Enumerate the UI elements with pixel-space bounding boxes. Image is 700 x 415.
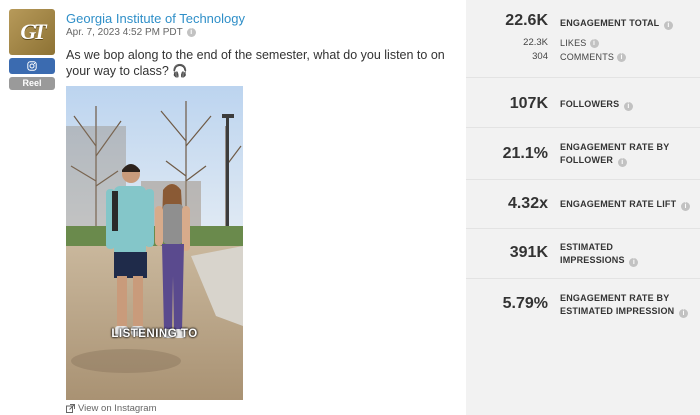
likes-value: 22.3K: [523, 37, 548, 48]
metric-label-line1: ENGAGEMENT RATE BY: [560, 293, 670, 303]
metric-label: ENGAGEMENT TOTAL i: [560, 17, 673, 30]
metric-label-text: ENGAGEMENT TOTAL: [560, 18, 660, 28]
metric-label-line1: ESTIMATED: [560, 242, 614, 252]
metric-label: ENGAGEMENT RATE BY FOLLOWER i: [560, 141, 669, 167]
info-icon[interactable]: i: [617, 158, 627, 167]
post-date-text: Apr. 7, 2023 4:52 PM PDT: [66, 27, 183, 38]
info-icon[interactable]: i: [624, 102, 633, 111]
account-logo: GT: [9, 9, 55, 55]
metric-label-line2: FOLLOWER: [560, 155, 614, 165]
metric-followers: 107K FOLLOWERS i: [466, 78, 700, 128]
comments-value: 304: [532, 51, 548, 62]
metric-label-text: FOLLOWERS: [560, 99, 620, 109]
image-overlay-text: LISTENING TO: [111, 328, 198, 340]
metric-engagement-rate-lift: 4.32x ENGAGEMENT RATE LIFT i: [466, 180, 700, 229]
metric-label-text: ENGAGEMENT RATE LIFT: [560, 199, 677, 209]
metric-value: 391K: [509, 244, 548, 261]
info-icon[interactable]: i: [679, 309, 689, 318]
metric-estimated-impressions: 391K ESTIMATED IMPRESSIONS i: [466, 229, 700, 279]
metric-label-line2: ESTIMATED IMPRESSION: [560, 306, 675, 316]
metric-label-line1: ENGAGEMENT RATE BY: [560, 142, 670, 152]
metric-label: ENGAGEMENT RATE BY ESTIMATED IMPRESSION …: [560, 292, 689, 318]
metrics-panel: 22.6K ENGAGEMENT TOTAL i 22.3K LIKES i 3…: [466, 0, 700, 415]
metric-label: ESTIMATED IMPRESSIONS i: [560, 241, 639, 267]
metric-label: FOLLOWERS i: [560, 98, 633, 111]
info-icon[interactable]: i: [681, 202, 691, 211]
comments-label-text: COMMENTS: [560, 52, 615, 62]
post-caption: As we bop along to the end of the semest…: [66, 48, 445, 78]
info-icon[interactable]: i: [186, 28, 196, 37]
metric-value: 21.1%: [502, 145, 548, 162]
post-date: Apr. 7, 2023 4:52 PM PDT i: [66, 27, 196, 38]
metric-value: 22.6K: [505, 12, 548, 29]
external-link-icon: [66, 404, 75, 413]
metric-label-line2: IMPRESSIONS: [560, 255, 625, 265]
post-image[interactable]: LISTENING TO: [66, 86, 243, 400]
metric-label: ENGAGEMENT RATE LIFT i: [560, 198, 691, 211]
post-image-illustration: [66, 86, 243, 400]
metric-value: 4.32x: [507, 195, 548, 212]
view-on-instagram-link[interactable]: View on Instagram: [66, 403, 157, 414]
info-icon[interactable]: i: [589, 38, 599, 48]
instagram-icon: [27, 61, 37, 71]
logo-text: GT: [20, 19, 46, 44]
info-icon[interactable]: i: [617, 52, 627, 62]
view-link-label: View on Instagram: [78, 403, 157, 414]
instagram-badge: [9, 58, 55, 74]
info-icon[interactable]: i: [629, 258, 639, 267]
info-icon[interactable]: i: [663, 21, 673, 30]
likes-label-text: LIKES: [560, 38, 587, 48]
metric-value: 5.79%: [502, 295, 548, 312]
metric-engagement-total: 22.6K ENGAGEMENT TOTAL i 22.3K LIKES i 3…: [466, 0, 700, 78]
post-type-badge: Reel: [9, 77, 55, 90]
metric-engagement-rate-by-impression: 5.79% ENGAGEMENT RATE BY ESTIMATED IMPRE…: [466, 279, 700, 330]
post-column: GT Reel Georgia Institute of Technology …: [0, 0, 466, 415]
metric-engagement-rate-by-follower: 21.1% ENGAGEMENT RATE BY FOLLOWER i: [466, 128, 700, 180]
metric-value: 107K: [509, 95, 548, 112]
likes-label: LIKES i: [560, 38, 599, 48]
comments-label: COMMENTS i: [560, 52, 627, 62]
account-name-link[interactable]: Georgia Institute of Technology: [66, 11, 245, 26]
